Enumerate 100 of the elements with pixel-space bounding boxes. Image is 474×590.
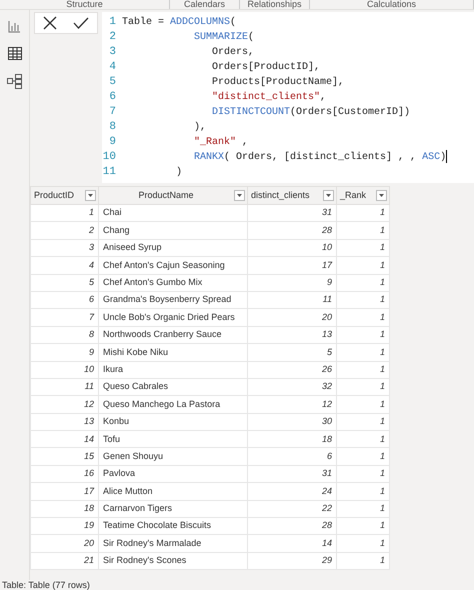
table-cell: 30 [248, 413, 336, 431]
table-cell: 1 [336, 361, 390, 378]
code-line: ) [176, 166, 182, 180]
table-cell: 20 [248, 308, 336, 326]
code-line: Orders, [212, 46, 254, 60]
table-cell: Tofu [98, 430, 248, 448]
line-number: 9 [108, 135, 117, 150]
line-number: 4 [108, 60, 117, 75]
table-cell: 7 [30, 308, 98, 326]
table-cell: 17 [30, 482, 98, 500]
table-cell: 32 [248, 378, 336, 396]
table-cell: 1 [30, 204, 98, 222]
table-cell: Northwoods Cranberry Sauce [98, 326, 248, 344]
table-cell: 9 [30, 344, 98, 362]
table-cell: Ikura [98, 361, 248, 378]
table-cell: 17 [248, 256, 336, 274]
table-cell: 1 [336, 274, 390, 292]
table-cell: 28 [248, 518, 336, 535]
table-cell: 1 [336, 222, 390, 240]
table-cell: Sir Rodney's Scones [98, 552, 248, 570]
table-cell: Queso Cabrales [98, 378, 248, 396]
table-cell: 16 [30, 465, 98, 483]
table-cell: 21 [30, 552, 98, 570]
table-cell: 11 [248, 291, 336, 309]
table-cell: 1 [336, 396, 390, 414]
line-number: 1 [108, 15, 117, 30]
table-cell: 1 [336, 448, 390, 466]
ribbon-tab[interactable]: Structure [0, 0, 170, 9]
line-number: 5 [108, 75, 117, 90]
table-cell: 18 [30, 500, 98, 518]
table-cell: 10 [248, 239, 336, 257]
table-cell: Queso Manchego La Pastora [98, 396, 248, 414]
table-cell: Chef Anton's Cajun Seasoning [98, 256, 248, 274]
table-cell: Chef Anton's Gumbo Mix [98, 274, 248, 292]
table-cell: Genen Shouyu [98, 448, 248, 466]
line-number: 3 [108, 45, 117, 60]
table-cell: 8 [30, 326, 98, 344]
table-cell: Mishi Kobe Niku [98, 344, 248, 362]
line-number: 10 [102, 150, 117, 165]
table-cell: 1 [336, 344, 390, 362]
table-cell: 1 [336, 326, 390, 344]
ribbon-tab[interactable]: Calendars [170, 0, 240, 9]
table-cell: Teatime Chocolate Biscuits [98, 518, 248, 535]
code-line: SUMMARIZE( [194, 30, 254, 45]
table-cell: 1 [336, 291, 390, 309]
table-cell: 1 [336, 500, 390, 518]
table-cell: Pavlova [98, 465, 248, 483]
table-cell: 9 [248, 274, 336, 292]
table-cell: 2 [30, 222, 98, 240]
table-cell: 1 [336, 256, 390, 274]
ribbon-tab[interactable]: Relationships [240, 0, 310, 9]
table-cell: 18 [248, 430, 336, 448]
table-cell: 1 [336, 534, 390, 552]
column-header: distinct_clients [251, 188, 310, 202]
table-cell: Chang [98, 222, 248, 240]
line-number: 8 [108, 120, 117, 135]
table-cell: 1 [336, 239, 390, 257]
table-cell: 1 [336, 308, 390, 326]
table-cell: 1 [336, 430, 390, 448]
table-cell: 1 [336, 482, 390, 500]
line-number: 7 [108, 105, 117, 120]
table-cell: Aniseed Syrup [98, 239, 248, 257]
table-cell: 4 [30, 256, 98, 274]
table-cell: 5 [30, 274, 98, 292]
table-cell: Sir Rodney's Marmalade [98, 534, 248, 552]
table-cell: 1 [336, 378, 390, 396]
code-line: "distinct_clients", [212, 90, 326, 105]
table-cell: 5 [248, 344, 336, 362]
table-cell: 14 [248, 534, 336, 552]
table-cell: 11 [30, 378, 98, 396]
line-number: 2 [108, 30, 117, 45]
line-number: 6 [108, 90, 117, 105]
column-header: ProductID [34, 188, 74, 202]
table-cell: 14 [30, 430, 98, 448]
table-cell: Uncle Bob's Organic Dried Pears [98, 308, 248, 326]
table-cell: 20 [30, 534, 98, 552]
table-cell: 22 [248, 500, 336, 518]
table-cell: 1 [336, 552, 390, 570]
table-cell: Grandma's Boysenberry Spread [98, 291, 248, 309]
table-cell: 1 [336, 518, 390, 535]
table-cell: 12 [248, 396, 336, 414]
table-cell: 31 [248, 465, 336, 483]
table-cell: 3 [30, 239, 98, 257]
code-line: RANKX( Orders, [distinct_clients] , , ASC) [194, 150, 446, 165]
table-cell: 15 [30, 448, 98, 466]
table-cell: 26 [248, 361, 336, 378]
table-cell: 31 [248, 204, 336, 222]
table-cell: 29 [248, 552, 336, 570]
table-cell: 1 [336, 465, 390, 483]
line-number: 11 [102, 165, 117, 180]
ribbon-tab[interactable]: Calculations [310, 0, 474, 9]
table-cell: 28 [248, 222, 336, 240]
table-cell: Chai [98, 204, 248, 222]
table-cell: 6 [248, 448, 336, 466]
table-cell: 13 [248, 326, 336, 344]
table-cell: 1 [336, 413, 390, 431]
column-header: _Rank [340, 188, 366, 202]
table-cell: 24 [248, 482, 336, 500]
table-cell: 12 [30, 396, 98, 414]
table-cell: 6 [30, 291, 98, 309]
